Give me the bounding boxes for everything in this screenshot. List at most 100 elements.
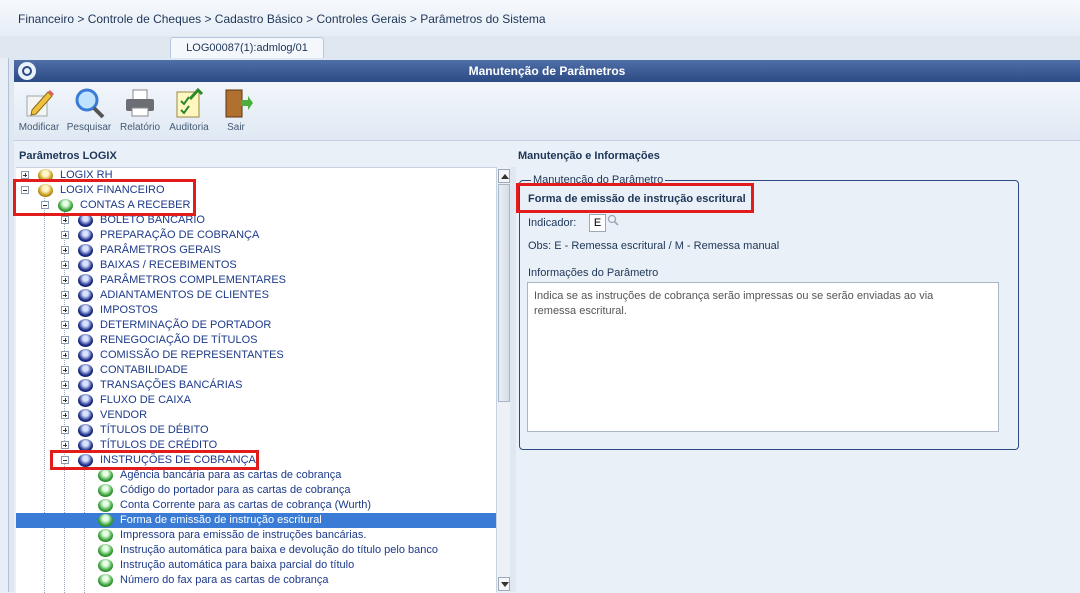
- expand-icon[interactable]: [61, 426, 69, 434]
- tree-node-group[interactable]: PREPARAÇÃO DE COBRANÇA: [16, 228, 496, 243]
- tree-node-label: ADIANTAMENTOS DE CLIENTES: [100, 289, 269, 301]
- folder-orb-icon: [78, 319, 93, 332]
- panel-splitter[interactable]: [510, 167, 516, 592]
- folder-orb-icon: [78, 379, 93, 392]
- tree-leaf[interactable]: Conta Corrente para as cartas de cobranç…: [16, 498, 496, 513]
- tree-node-label: CONTABILIDADE: [100, 364, 188, 376]
- parameter-tree[interactable]: LOGIX RH LOGIX FINANCEIRO CONTAS A RECEB…: [16, 167, 496, 593]
- tree-node-group[interactable]: TÍTULOS DE DÉBITO: [16, 423, 496, 438]
- expand-icon[interactable]: [61, 321, 69, 329]
- expand-icon[interactable]: [61, 306, 69, 314]
- tree-node-label: TRANSAÇÕES BANCÁRIAS: [100, 379, 243, 391]
- folder-orb-icon: [78, 244, 93, 257]
- expand-icon[interactable]: [61, 396, 69, 404]
- tree-node-label: BAIXAS / RECEBIMENTOS: [100, 259, 237, 271]
- zoom-lookup-icon[interactable]: [607, 214, 619, 226]
- tree-leaf[interactable]: Código do portador para as cartas de cob…: [16, 483, 496, 498]
- tree-node-group[interactable]: PARÂMETROS COMPLEMENTARES: [16, 273, 496, 288]
- tree-leaf-label: Número do fax para as cartas de cobrança: [120, 574, 329, 586]
- auditoria-button[interactable]: Auditoria: [164, 86, 214, 133]
- expand-icon[interactable]: [61, 366, 69, 374]
- tree-leaf[interactable]: Número do fax para as cartas de cobrança: [16, 573, 496, 588]
- leaf-orb-icon: [98, 469, 113, 482]
- tree-leaf[interactable]: Impressora para emissão de instruções ba…: [16, 528, 496, 543]
- expand-icon[interactable]: [61, 351, 69, 359]
- annotation-highlight: [516, 183, 754, 213]
- folder-orb-icon: [78, 334, 93, 347]
- tree-node-group[interactable]: BAIXAS / RECEBIMENTOS: [16, 258, 496, 273]
- tree-node-label: RENEGOCIAÇÃO DE TÍTULOS: [100, 334, 258, 346]
- leaf-orb-icon: [98, 544, 113, 557]
- expand-icon[interactable]: [61, 246, 69, 254]
- breadcrumb: Financeiro > Controle de Cheques > Cadas…: [18, 12, 546, 26]
- sair-label: Sair: [227, 122, 245, 133]
- tree-leaf[interactable]: Instrução automática para baixa parcial …: [16, 558, 496, 573]
- auditoria-label: Auditoria: [169, 122, 209, 133]
- folder-orb-icon: [78, 424, 93, 437]
- indicador-field[interactable]: E: [589, 214, 606, 232]
- tab-session[interactable]: LOG00087(1):admlog/01: [170, 37, 324, 58]
- folder-orb-icon: [78, 349, 93, 362]
- tab-bar: [0, 36, 1080, 58]
- expand-icon[interactable]: [61, 291, 69, 299]
- info-text: Indica se as instruções de cobrança serã…: [534, 290, 934, 317]
- printer-icon: [126, 89, 154, 117]
- tree-node-label: PARÂMETROS GERAIS: [100, 244, 221, 256]
- expand-icon[interactable]: [61, 336, 69, 344]
- expand-icon[interactable]: [61, 411, 69, 419]
- edit-pencil-icon: [26, 90, 54, 117]
- tree-node-group[interactable]: RENEGOCIAÇÃO DE TÍTULOS: [16, 333, 496, 348]
- expand-icon[interactable]: [61, 441, 69, 449]
- tree-node-label: IMPOSTOS: [100, 304, 158, 316]
- folder-orb-icon: [78, 394, 93, 407]
- folder-orb-icon: [78, 274, 93, 287]
- annotation-highlight: [13, 179, 196, 216]
- window-titlebar: Manutenção de Parâmetros: [14, 60, 1080, 82]
- tree-node-group[interactable]: ADIANTAMENTOS DE CLIENTES: [16, 288, 496, 303]
- tree-node-group[interactable]: COMISSÃO DE REPRESENTANTES: [16, 348, 496, 363]
- tree-scrollbar[interactable]: [496, 167, 511, 592]
- left-panel-title: Parâmetros LOGIX: [19, 150, 117, 162]
- indicador-label: Indicador:: [528, 217, 577, 229]
- tree-leaf-label: Código do portador para as cartas de cob…: [120, 484, 351, 496]
- expand-icon[interactable]: [61, 216, 69, 224]
- tree-node-group[interactable]: IMPOSTOS: [16, 303, 496, 318]
- tree-leaf[interactable]: Instrução automática para baixa e devolu…: [16, 543, 496, 558]
- folder-orb-icon: [78, 364, 93, 377]
- leaf-orb-icon: [98, 484, 113, 497]
- pesquisar-button[interactable]: Pesquisar: [64, 86, 114, 133]
- relatorio-label: Relatório: [119, 122, 161, 133]
- exit-door-icon: [225, 89, 253, 118]
- expand-icon[interactable]: [61, 261, 69, 269]
- app-logo-icon: [18, 62, 36, 80]
- leaf-orb-icon: [98, 499, 113, 512]
- sair-button[interactable]: Sair: [211, 86, 261, 133]
- tree-node-group[interactable]: TRANSAÇÕES BANCÁRIAS: [16, 378, 496, 393]
- expand-icon[interactable]: [61, 381, 69, 389]
- expand-icon[interactable]: [61, 276, 69, 284]
- tree-leaf-label: Agência bancária para as cartas de cobra…: [120, 469, 342, 481]
- search-icon: [75, 88, 105, 119]
- scroll-thumb[interactable]: [498, 184, 510, 402]
- tree-node-group[interactable]: DETERMINAÇÃO DE PORTADOR: [16, 318, 496, 333]
- tree-leaf[interactable]: Agência bancária para as cartas de cobra…: [16, 468, 496, 483]
- leaf-orb-icon: [98, 559, 113, 572]
- tree-node-group[interactable]: PARÂMETROS GERAIS: [16, 243, 496, 258]
- tree-node-label: PARÂMETROS COMPLEMENTARES: [100, 274, 287, 286]
- tree-node-label: DETERMINAÇÃO DE PORTADOR: [100, 319, 272, 331]
- info-label: Informações do Parâmetro: [528, 267, 659, 279]
- tree-leaf-selected[interactable]: Forma de emissão de instrução escritural: [16, 513, 496, 528]
- tree-node-group[interactable]: FLUXO DE CAIXA: [16, 393, 496, 408]
- scroll-down-arrow-icon[interactable]: [498, 577, 510, 591]
- tree-node-group[interactable]: VENDOR: [16, 408, 496, 423]
- modificar-button[interactable]: Modificar: [14, 86, 64, 133]
- leaf-orb-icon: [98, 529, 113, 542]
- relatorio-button[interactable]: Relatório: [115, 86, 165, 133]
- scroll-up-arrow-icon[interactable]: [498, 169, 510, 183]
- expand-icon[interactable]: [21, 171, 29, 179]
- folder-orb-icon: [78, 409, 93, 422]
- tree-node-group[interactable]: CONTABILIDADE: [16, 363, 496, 378]
- expand-icon[interactable]: [61, 231, 69, 239]
- tree-node-label: VENDOR: [100, 409, 148, 421]
- tree-leaf-label: Conta Corrente para as cartas de cobranç…: [120, 499, 372, 511]
